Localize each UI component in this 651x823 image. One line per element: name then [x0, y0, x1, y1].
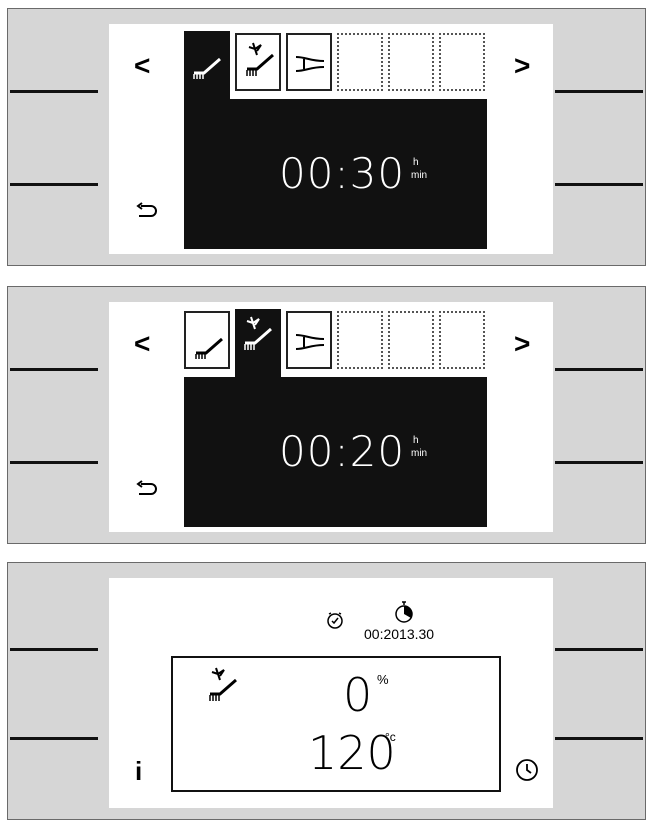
next-arrow[interactable]: > — [514, 330, 530, 358]
right-softkey-line-bottom[interactable] — [555, 461, 643, 464]
temperature-unit: °c — [385, 730, 396, 744]
temperature-value[interactable]: 120 — [308, 730, 396, 776]
panel-1: < > 00:30 h min — [7, 8, 646, 266]
left-softkey-line-bottom[interactable] — [10, 461, 98, 464]
left-softkey-line-bottom[interactable] — [10, 183, 98, 186]
hours-unit: h — [413, 435, 419, 446]
minutes-unit: min — [411, 448, 428, 459]
hours-unit: h — [413, 157, 419, 168]
tab-empty-1 — [337, 311, 383, 369]
alarm-clock-icon[interactable] — [325, 610, 345, 630]
fan-brush-icon — [209, 667, 237, 701]
timer-icon[interactable] — [393, 600, 415, 624]
panel-3: 00:2013.30 0 % 120 °c i — [7, 562, 646, 820]
tab-empty-3 — [439, 33, 485, 91]
right-softkey-line-bottom[interactable] — [555, 183, 643, 186]
tab-hose-mode[interactable] — [286, 33, 332, 91]
back-arrow-icon[interactable] — [136, 202, 158, 220]
tab-brush-mode[interactable] — [184, 31, 230, 99]
fan-brush-icon — [244, 316, 272, 350]
left-softkey-line-top[interactable] — [10, 648, 98, 651]
next-arrow[interactable]: > — [514, 52, 530, 80]
prev-arrow[interactable]: < — [134, 330, 150, 358]
status-frame: 0 % 120 °c — [171, 656, 501, 792]
left-softkey-line-top[interactable] — [10, 90, 98, 93]
percent-value[interactable]: 0 — [343, 672, 372, 718]
brush-icon — [193, 57, 221, 79]
right-softkey-line-top[interactable] — [555, 648, 643, 651]
fan-brush-icon — [246, 42, 274, 76]
panel-2: < > 00:20 h min — [7, 286, 646, 544]
display-screen: < > — [109, 302, 553, 532]
display-screen: 00:2013.30 0 % 120 °c i — [109, 578, 553, 808]
tab-empty-1 — [337, 33, 383, 91]
mode-tabs — [184, 31, 496, 99]
info-button[interactable]: i — [135, 756, 142, 787]
right-softkey-line-bottom[interactable] — [555, 737, 643, 740]
percent-unit: % — [377, 672, 389, 687]
duration-value[interactable]: 00:30 — [279, 149, 405, 198]
brush-icon — [195, 337, 223, 359]
tab-brush-mode[interactable] — [184, 311, 230, 369]
tab-fan-brush-mode[interactable] — [235, 309, 281, 377]
tab-fan-brush-mode[interactable] — [235, 33, 281, 91]
tab-empty-2 — [388, 311, 434, 369]
minutes-unit: min — [411, 170, 428, 181]
left-softkey-line-top[interactable] — [10, 368, 98, 371]
right-softkey-line-top[interactable] — [555, 90, 643, 93]
right-softkey-line-top[interactable] — [555, 368, 643, 371]
clock-icon[interactable] — [515, 758, 539, 782]
tab-empty-3 — [439, 311, 485, 369]
tab-empty-2 — [388, 33, 434, 91]
tab-hose-mode[interactable] — [286, 311, 332, 369]
hose-icon — [295, 334, 325, 350]
mode-tabs — [184, 309, 496, 377]
prev-arrow[interactable]: < — [134, 52, 150, 80]
left-softkey-line-bottom[interactable] — [10, 737, 98, 740]
duration-value[interactable]: 00:20 — [279, 427, 405, 476]
hose-icon — [295, 56, 325, 72]
back-arrow-icon[interactable] — [136, 480, 158, 498]
display-screen: < > — [109, 24, 553, 254]
timer-readout: 00:2013.30 — [364, 626, 435, 642]
